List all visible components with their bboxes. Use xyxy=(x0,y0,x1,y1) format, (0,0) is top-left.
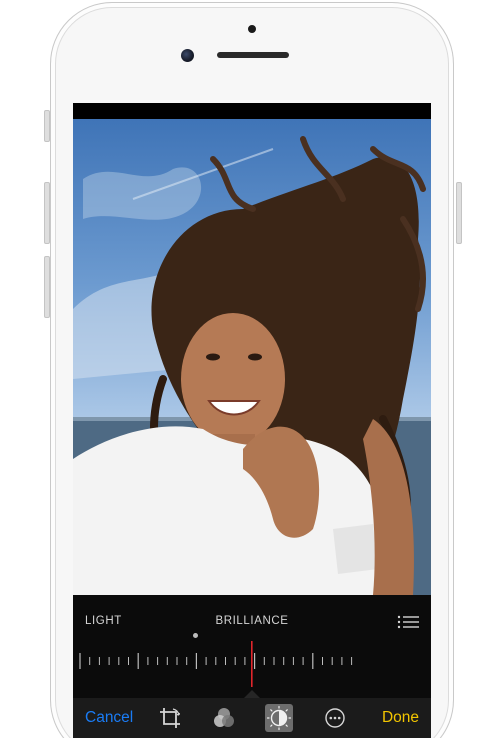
photo-preview[interactable] xyxy=(73,119,431,595)
edit-panel: LIGHT BRILLIANCE Cancel Done xyxy=(73,595,431,738)
scrubber-indicator[interactable] xyxy=(251,641,253,687)
device-mockup: LIGHT BRILLIANCE Cancel Done xyxy=(0,0,504,738)
more-icon[interactable] xyxy=(323,706,347,730)
done-button[interactable]: Done xyxy=(382,709,419,727)
screen: LIGHT BRILLIANCE Cancel Done xyxy=(73,103,431,738)
edit-toolbar: Cancel Done xyxy=(73,698,431,738)
scrubber-origin-dot xyxy=(193,633,198,638)
proximity-sensor xyxy=(248,25,256,33)
cancel-button[interactable]: Cancel xyxy=(85,709,133,727)
selection-caret xyxy=(244,690,260,698)
power-button xyxy=(456,182,462,244)
crop-icon[interactable] xyxy=(158,706,182,730)
adjust-icon[interactable] xyxy=(265,704,293,732)
list-icon[interactable] xyxy=(397,615,419,629)
adjustment-active-label: BRILLIANCE xyxy=(215,615,289,627)
front-camera xyxy=(181,49,194,62)
adjustment-scrubber[interactable] xyxy=(73,641,431,687)
filters-icon[interactable] xyxy=(212,706,236,730)
photo-image xyxy=(73,136,431,595)
earpiece-speaker xyxy=(217,52,289,58)
